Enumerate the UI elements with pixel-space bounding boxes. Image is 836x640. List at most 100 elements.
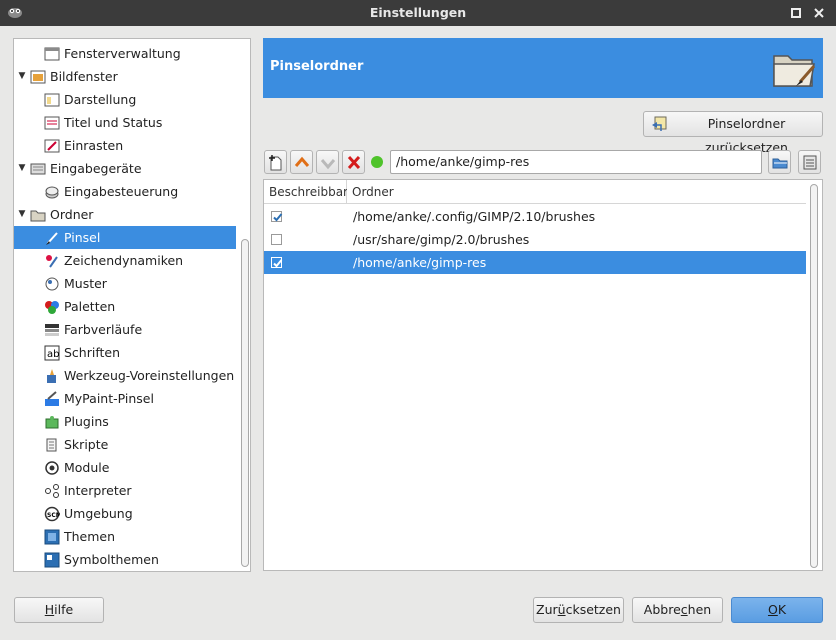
sidebar-item-label: Themen (64, 529, 116, 544)
sidebar-item-19[interactable]: Module (14, 456, 236, 479)
tool-presets-icon (47, 369, 56, 383)
module-icon (45, 461, 59, 475)
reset-label-mnemonic: ü (557, 602, 566, 617)
svg-text:SCM: SCM (47, 512, 60, 519)
folder-path-input[interactable]: /home/anke/gimp-res (390, 150, 762, 174)
new-folder-button[interactable] (264, 150, 287, 174)
sidebar-item-label: Skripte (64, 437, 109, 452)
reset-label-suffix: cksetzen (565, 602, 621, 617)
pattern-icon (45, 277, 59, 291)
sidebar-item-14[interactable]: ab Schriften (14, 341, 236, 364)
sidebar-item-label: Umgebung (64, 506, 133, 521)
theme-icon (44, 529, 60, 545)
reset-icon (652, 116, 667, 131)
sidebar-item-11[interactable]: Muster (14, 272, 236, 295)
sidebar-item-21[interactable]: SCM Umgebung (14, 502, 236, 525)
palette-icon (45, 301, 59, 314)
column-header-folder[interactable]: Ordner (347, 180, 806, 204)
window-title: Einstellungen (369, 5, 467, 20)
title-status-icon (44, 116, 60, 130)
sidebar-item-23[interactable]: Symbolthemen (14, 548, 236, 571)
mypaint-brush-icon (45, 391, 59, 406)
writable-checkbox[interactable] (271, 234, 282, 245)
cancel-button[interactable]: Abbrechen (632, 597, 723, 623)
sidebar-item-label: Zeichendynamiken (64, 253, 184, 268)
folder-list-scrollbar-thumb[interactable] (810, 184, 818, 568)
sidebar-item-label: Eingabesteuerung (64, 184, 179, 199)
sidebar-item-7[interactable]: Eingabesteuerung (14, 180, 236, 203)
sidebar-item-label: Farbverläufe (64, 322, 143, 337)
sidebar-item-label: Muster (64, 276, 107, 291)
sidebar-item-label: Schriften (64, 345, 121, 360)
snap-icon (44, 139, 60, 153)
sidebar-item-label: Werkzeug-Voreinstellungen (64, 368, 235, 383)
writable-checkbox[interactable] (271, 257, 283, 268)
move-down-icon (320, 159, 336, 170)
sidebar-item-9[interactable]: Pinsel (14, 226, 236, 249)
window-manager-icon (44, 47, 60, 61)
folder-row[interactable]: /home/anke/gimp-res (264, 251, 806, 274)
folder-row[interactable]: /usr/share/gimp/2.0/brushes (264, 228, 806, 251)
delete-folder-button[interactable] (342, 150, 365, 174)
sidebar-item-13[interactable]: Farbverläufe (14, 318, 236, 341)
sidebar-item-5[interactable]: Einrasten (14, 134, 236, 157)
sidebar-item-3[interactable]: Darstellung (14, 88, 236, 111)
move-up-button[interactable] (290, 150, 313, 174)
sidebar-item-8[interactable]: ▼ Ordner (14, 203, 236, 226)
sidebar-item-2[interactable]: ▼ Bildfenster (14, 65, 236, 88)
sidebar-item-15[interactable]: Werkzeug-Voreinstellungen (14, 364, 236, 387)
folder-path: /home/anke/.config/GIMP/2.10/brushes (353, 209, 596, 224)
writable-checkbox[interactable] (271, 211, 283, 222)
sidebar-item-6[interactable]: ▼ Eingabegeräte (14, 157, 236, 180)
folder-list-scrollbar[interactable] (808, 184, 820, 568)
sidebar-item-label: Module (64, 460, 110, 475)
sidebar-item-16[interactable]: MyPaint-Pinsel (14, 387, 236, 410)
expander-arrow-icon[interactable]: ▼ (16, 203, 28, 226)
sidebar-item-label: Einrasten (64, 138, 124, 153)
sidebar-item-10[interactable]: Zeichendynamiken (14, 249, 236, 272)
sidebar-item-label: Darstellung (64, 92, 137, 107)
browse-folder-button[interactable] (768, 150, 791, 174)
folder-path: /home/anke/gimp-res (353, 255, 487, 270)
paint-dynamics-icon (46, 255, 58, 268)
folder-row[interactable]: /home/anke/.config/GIMP/2.10/brushes (264, 205, 806, 228)
browse-folder-icon (772, 158, 788, 169)
page-header: Pinselordner (263, 38, 823, 98)
sidebar-item-label: Plugins (64, 414, 109, 429)
preferences-category-tree[interactable]: Fensterverwaltung ▼ Bildfenster Darstellung… (13, 38, 251, 572)
sidebar-scrollbar-thumb[interactable] (241, 239, 249, 567)
sidebar-item-1[interactable]: Fensterverwaltung (14, 42, 236, 65)
checkmark-icon (273, 213, 283, 222)
ok-button[interactable]: OK (731, 597, 823, 623)
cancel-label-prefix: Abbre (643, 602, 681, 617)
expander-arrow-icon[interactable]: ▼ (16, 65, 28, 88)
help-button[interactable]: Hilfe (14, 597, 104, 623)
sidebar-item-18[interactable]: Skripte (14, 433, 236, 456)
sidebar-item-12[interactable]: Paletten (14, 295, 236, 318)
interpreter-icon (45, 484, 59, 498)
reset-label-prefix: Zur (536, 602, 558, 617)
maximize-icon[interactable] (789, 6, 803, 20)
column-header-writable[interactable]: Beschreibbar (264, 180, 348, 204)
input-controllers-icon (45, 186, 59, 199)
sidebar-item-22[interactable]: Themen (14, 525, 236, 548)
expander-arrow-icon[interactable]: ▼ (16, 157, 28, 180)
brush-folder-list[interactable]: Beschreibbar Ordner /home/anke/.config/G… (263, 179, 823, 571)
move-up-icon (294, 156, 310, 167)
checkmark-icon (273, 259, 283, 268)
sidebar-item-4[interactable]: Titel und Status (14, 111, 236, 134)
sidebar-scrollbar[interactable] (239, 39, 250, 571)
folder-path: /usr/share/gimp/2.0/brushes (353, 232, 530, 247)
filechooser-button[interactable] (798, 150, 821, 174)
help-label-mnemonic: H (44, 602, 55, 617)
cancel-label-suffix: hen (687, 602, 712, 617)
sidebar-item-label: Paletten (64, 299, 116, 314)
reset-button[interactable]: Zurücksetzen (533, 597, 624, 623)
reset-brush-folders-button[interactable]: Pinselordner zurücksetzen (643, 111, 823, 155)
sidebar-item-17[interactable]: Plugins (14, 410, 236, 433)
close-icon[interactable] (812, 6, 826, 20)
move-down-button[interactable] (316, 150, 339, 174)
icon-theme-icon (44, 552, 60, 568)
sidebar-item-label: Symbolthemen (64, 552, 159, 567)
sidebar-item-20[interactable]: Interpreter (14, 479, 236, 502)
